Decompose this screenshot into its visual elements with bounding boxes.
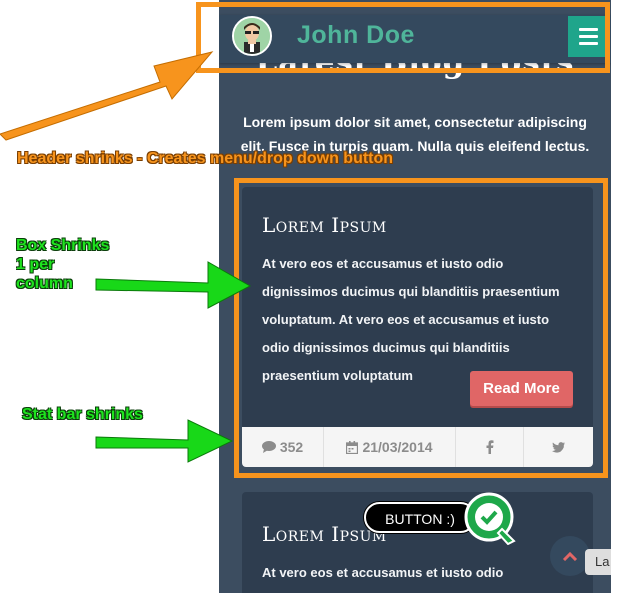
orange-arrow <box>0 51 214 141</box>
scroll-to-top-button[interactable] <box>550 536 590 576</box>
chevron-up-icon <box>562 551 578 561</box>
box-shrinks-note: Box Shrinks 1 per column <box>16 237 110 292</box>
green-arrow-stat <box>95 419 234 463</box>
language-tab[interactable]: La <box>585 549 611 575</box>
post-excerpt: At vero eos et accusamus et iusto odio d… <box>262 565 504 580</box>
checkmark-icon <box>464 492 516 545</box>
stat-bar-shrinks-note: Stat bar shrinks <box>22 406 143 423</box>
button-callout-bubble: BUTTON :) <box>364 502 476 533</box>
header-shrinks-note: Header shrinks - Creates menu/drop down … <box>17 150 394 167</box>
card-highlight-box <box>234 178 608 478</box>
header-highlight-box <box>196 2 610 73</box>
